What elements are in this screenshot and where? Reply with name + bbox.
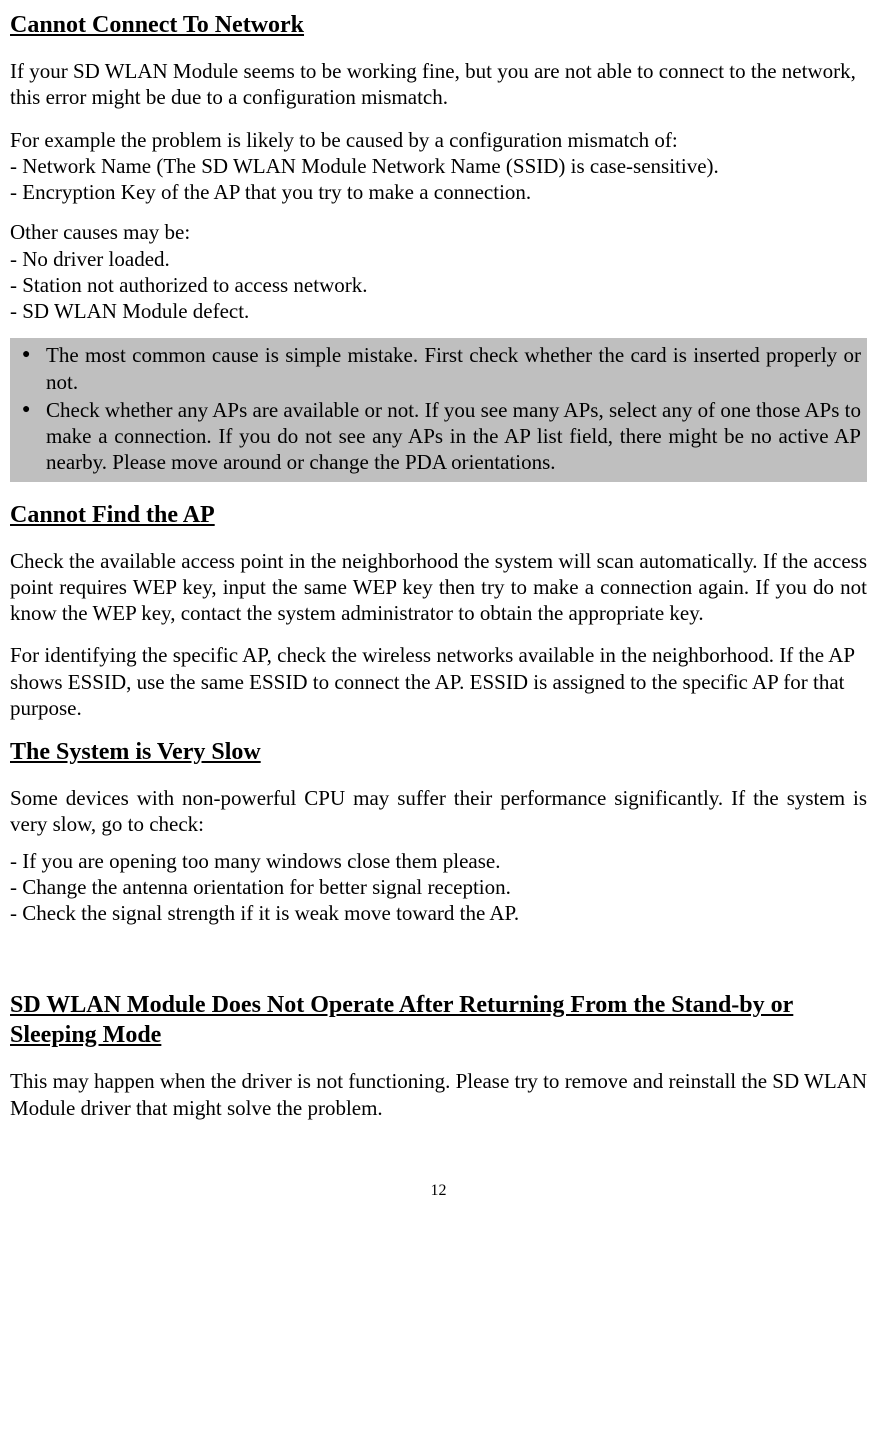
section-system-slow: The System is Very Slow Some devices wit…	[10, 737, 867, 926]
paragraph: For identifying the specific AP, check t…	[10, 642, 867, 721]
section-cannot-find-ap: Cannot Find the AP Check the available a…	[10, 500, 867, 722]
paragraph: Check the available access point in the …	[10, 548, 867, 627]
list-item: - Network Name (The SD WLAN Module Netwo…	[10, 153, 867, 179]
bullet-item: The most common cause is simple mistake.…	[46, 342, 861, 395]
list-intro: For example the problem is likely to be …	[10, 127, 867, 153]
bullet-list: The most common cause is simple mistake.…	[16, 342, 861, 475]
list-item: - Station not authorized to access netwo…	[10, 272, 867, 298]
list-item: - SD WLAN Module defect.	[10, 298, 867, 324]
section-standby-sleep: SD WLAN Module Does Not Operate After Re…	[10, 990, 867, 1121]
list-item: - If you are opening too many windows cl…	[10, 848, 867, 874]
paragraph: If your SD WLAN Module seems to be worki…	[10, 58, 867, 111]
list-item: - Change the antenna orientation for bet…	[10, 874, 867, 900]
list-item: - Encryption Key of the AP that you try …	[10, 179, 867, 205]
heading-system-slow: The System is Very Slow	[10, 737, 867, 767]
config-mismatch-list: For example the problem is likely to be …	[10, 127, 867, 206]
shaded-tips-box: The most common cause is simple mistake.…	[10, 338, 867, 481]
other-causes-list: Other causes may be: - No driver loaded.…	[10, 219, 867, 324]
heading-cannot-find-ap: Cannot Find the AP	[10, 500, 867, 530]
list-item: - Check the signal strength if it is wea…	[10, 900, 867, 926]
slow-check-list: - If you are opening too many windows cl…	[10, 848, 867, 927]
list-item: - No driver loaded.	[10, 246, 867, 272]
bullet-item: Check whether any APs are available or n…	[46, 397, 861, 476]
section-cannot-connect: Cannot Connect To Network If your SD WLA…	[10, 10, 867, 482]
paragraph: This may happen when the driver is not f…	[10, 1068, 867, 1121]
heading-cannot-connect: Cannot Connect To Network	[10, 10, 867, 40]
page-number: 12	[10, 1181, 867, 1201]
list-intro: Other causes may be:	[10, 219, 867, 245]
heading-standby-sleep: SD WLAN Module Does Not Operate After Re…	[10, 990, 867, 1050]
paragraph: Some devices with non-powerful CPU may s…	[10, 785, 867, 838]
